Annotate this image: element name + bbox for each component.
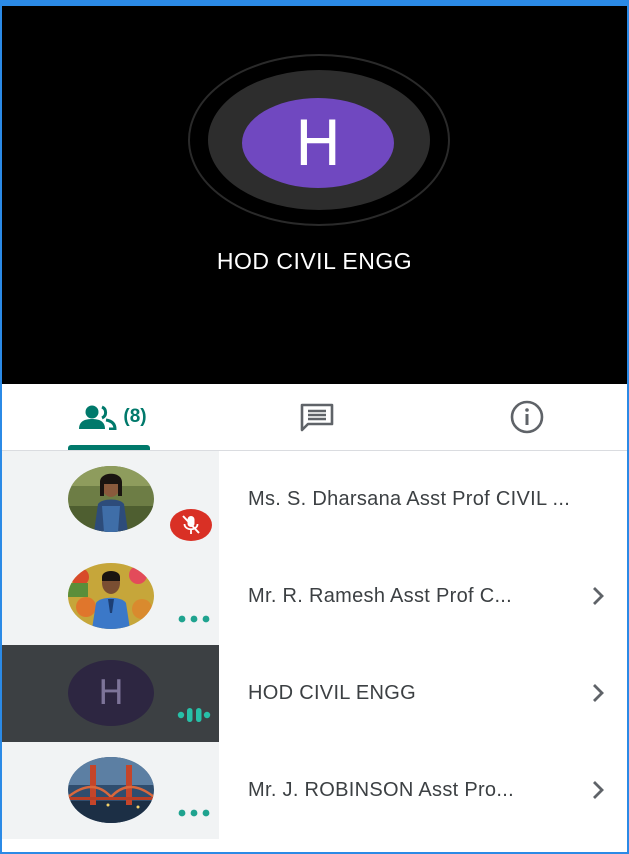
participant-row[interactable]: Mr. R. Ramesh Asst Prof C...	[2, 548, 627, 645]
tab-chat[interactable]	[292, 384, 342, 450]
tab-info[interactable]	[502, 384, 552, 450]
info-icon	[510, 400, 544, 434]
participant-avatar	[68, 563, 154, 629]
chevron-right-icon[interactable]	[588, 585, 608, 607]
participant-initial: H	[98, 673, 124, 713]
mic-off-icon	[170, 509, 212, 541]
more-options-icon[interactable]	[177, 808, 211, 818]
participant-name: Mr. R. Ramesh Asst Prof C...	[248, 585, 513, 607]
participant-row[interactable]: H HOD CIVIL ENGG	[2, 645, 627, 742]
participant-tile	[2, 742, 219, 839]
video-stage[interactable]: H HOD CIVIL ENGG	[2, 6, 627, 384]
chevron-right-icon[interactable]	[588, 779, 608, 801]
chevron-right-icon[interactable]	[588, 682, 608, 704]
participant-tile: H	[2, 645, 219, 742]
participant-tile	[2, 451, 219, 548]
panel-tabs: (8)	[2, 384, 627, 451]
participant-list: Ms. S. Dharsana Asst Prof CIVIL ... Mr. …	[2, 451, 627, 839]
tab-people[interactable]: (8)	[62, 384, 162, 450]
participant-avatar	[68, 757, 154, 823]
participant-avatar: H	[68, 660, 154, 726]
main-speaker-avatar: H	[242, 98, 394, 188]
more-options-icon[interactable]	[177, 614, 211, 624]
participant-name: HOD CIVIL ENGG	[248, 682, 416, 704]
speaking-indicator-icon	[177, 708, 211, 722]
main-speaker-name: HOD CIVIL ENGG	[216, 248, 413, 274]
participant-avatar	[68, 466, 154, 532]
active-tab-indicator	[68, 445, 150, 450]
participant-count: (8)	[123, 406, 147, 427]
participant-tile	[2, 548, 219, 645]
people-icon	[79, 405, 117, 430]
participant-row[interactable]: Ms. S. Dharsana Asst Prof CIVIL ...	[2, 451, 627, 548]
chat-icon	[300, 403, 334, 432]
participant-name: Mr. J. ROBINSON Asst Pro...	[248, 779, 514, 801]
participant-name: Ms. S. Dharsana Asst Prof CIVIL ...	[248, 488, 571, 510]
participant-row[interactable]: Mr. J. ROBINSON Asst Pro...	[2, 742, 627, 839]
